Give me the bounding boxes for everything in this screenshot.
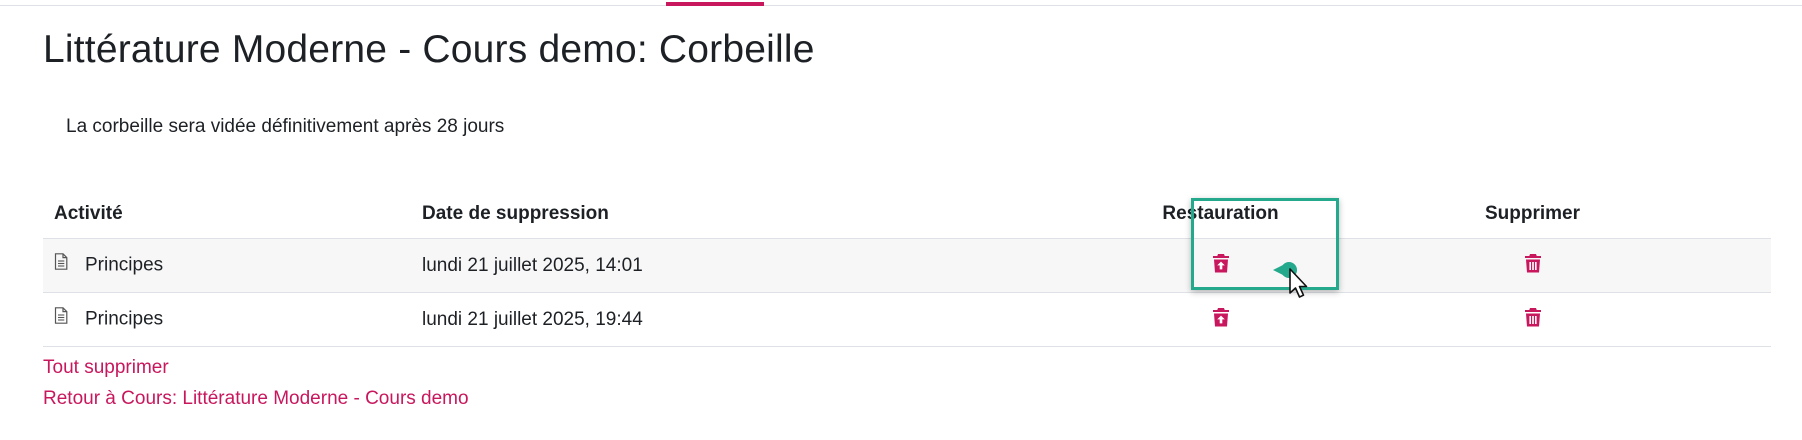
back-to-course-link[interactable]: Retour à Cours: Littérature Moderne - Co… [43, 383, 469, 414]
activity-cell: Principes [43, 292, 411, 347]
table-row: Principes lundi 21 juillet 2025, 14:01 [43, 238, 1771, 293]
trash-icon [1524, 253, 1541, 272]
active-tab-indicator [666, 2, 764, 6]
restore-button[interactable] [1212, 253, 1230, 273]
restore-button[interactable] [1212, 307, 1230, 327]
delete-cell [1294, 292, 1771, 347]
column-header-delete: Supprimer [1294, 190, 1771, 239]
activity-cell: Principes [43, 238, 411, 293]
trash-icon [1524, 307, 1541, 326]
delete-button[interactable] [1524, 253, 1542, 273]
delete-cell [1294, 238, 1771, 293]
column-header-activity: Activité [43, 190, 411, 239]
deletion-date: lundi 21 juillet 2025, 14:01 [411, 238, 1147, 293]
trash-restore-icon [1212, 307, 1229, 326]
footer-links: Tout supprimer Retour à Cours: Littératu… [43, 352, 469, 414]
delete-all-link[interactable]: Tout supprimer [43, 352, 469, 383]
trash-restore-icon [1212, 253, 1229, 272]
page-title: Littérature Moderne - Cours demo: Corbei… [43, 28, 815, 71]
table-header-row: Activité Date de suppression Restauratio… [43, 190, 1771, 239]
activity-name: Principes [85, 254, 164, 276]
restore-cell [1147, 292, 1294, 347]
delete-button[interactable] [1524, 307, 1542, 327]
restore-cell [1147, 238, 1294, 293]
column-header-restore: Restauration [1147, 190, 1294, 239]
deletion-date: lundi 21 juillet 2025, 19:44 [411, 292, 1147, 347]
activity-name: Principes [85, 308, 164, 330]
retention-notice: La corbeille sera vidée définitivement a… [66, 116, 505, 137]
recycle-bin-table: Activité Date de suppression Restauratio… [43, 190, 1771, 347]
column-header-date: Date de suppression [411, 190, 1147, 239]
table-row: Principes lundi 21 juillet 2025, 19:44 [43, 292, 1771, 347]
document-icon [54, 253, 68, 276]
document-icon [54, 307, 68, 330]
top-divider [0, 5, 1802, 6]
